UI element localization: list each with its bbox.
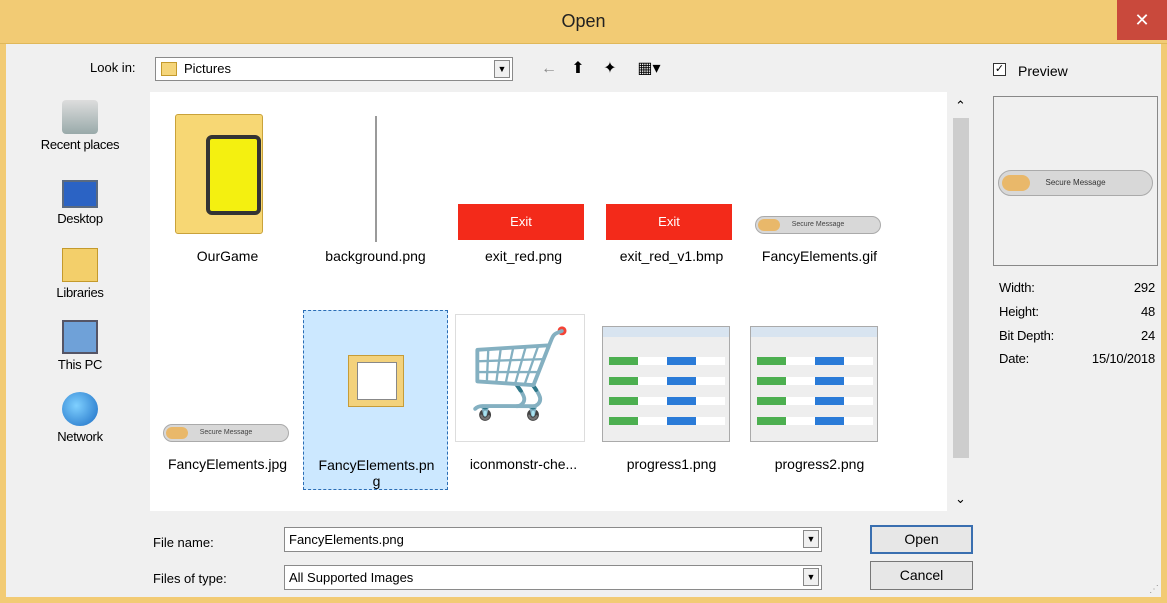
file-type-label: Files of type: xyxy=(153,571,227,586)
file-name: FancyElements.jpg xyxy=(167,456,288,472)
file-thumbnail: Secure Message xyxy=(155,310,300,450)
look-in-dropdown[interactable]: Pictures ▼ xyxy=(155,57,513,81)
file-list-scrollbar[interactable]: ⌃ ⌄ xyxy=(947,92,975,511)
back-icon[interactable]: ← xyxy=(538,58,560,80)
scroll-down-icon[interactable]: ⌄ xyxy=(955,491,966,507)
preview-checkbox[interactable]: ✓ xyxy=(993,63,1006,76)
desktop-icon xyxy=(62,180,98,208)
cancel-button[interactable]: Cancel xyxy=(870,561,973,590)
file-name: OurGame xyxy=(196,248,259,264)
recent-places-icon xyxy=(62,100,98,134)
network-icon xyxy=(62,392,98,426)
preview-image: Secure Message xyxy=(998,170,1153,196)
file-thumbnail: Exit xyxy=(451,102,596,242)
place-network[interactable]: Network xyxy=(20,392,140,444)
file-name: exit_red.png xyxy=(484,248,563,264)
chevron-down-icon[interactable]: ▼ xyxy=(803,530,819,548)
file-name-label: File name: xyxy=(153,535,214,550)
place-label: Recent places xyxy=(40,137,120,152)
file-item-progress2[interactable]: progress2.png xyxy=(747,310,892,490)
file-item-progress1[interactable]: progress1.png xyxy=(599,310,744,490)
place-desktop[interactable]: Desktop xyxy=(20,180,140,226)
place-label: This PC xyxy=(57,357,103,372)
chevron-down-icon[interactable]: ▼ xyxy=(803,568,819,586)
file-thumbnail xyxy=(599,310,744,450)
exit-thumbnail: Exit xyxy=(606,204,732,240)
preview-pane: Secure Message xyxy=(993,96,1158,266)
cart-arrow-icon: 🛒 xyxy=(455,314,585,442)
file-name: progress2.png xyxy=(774,456,865,472)
file-thumbnail xyxy=(155,102,300,242)
chevron-down-icon[interactable]: ▼ xyxy=(494,60,510,78)
place-this-pc[interactable]: This PC xyxy=(20,320,140,372)
file-thumbnail: Exit xyxy=(599,102,744,242)
folder-icon xyxy=(161,62,177,76)
file-name: exit_red_v1.bmp xyxy=(619,248,724,264)
image-file-icon xyxy=(348,355,404,407)
open-button[interactable]: Open xyxy=(870,525,973,554)
title-bar: Open ✕ xyxy=(0,0,1167,44)
progress-thumbnail xyxy=(750,326,878,442)
fancy-thumbnail: Secure Message xyxy=(755,216,881,234)
view-menu-icon[interactable]: ▦▾ xyxy=(632,58,666,80)
file-item-background[interactable]: background.png xyxy=(303,102,448,282)
new-folder-icon[interactable]: ✦ xyxy=(598,58,622,80)
place-recent-places[interactable]: Recent places xyxy=(20,100,140,152)
fancy-thumbnail: Secure Message xyxy=(163,424,289,442)
scroll-up-icon[interactable]: ⌃ xyxy=(955,98,966,114)
close-button[interactable]: ✕ xyxy=(1117,0,1167,40)
preview-label: Preview xyxy=(1018,63,1068,79)
scrollbar-thumb[interactable] xyxy=(953,118,969,458)
file-name: FancyElements.gif xyxy=(761,248,878,264)
file-item-fancy-jpg[interactable]: Secure Message FancyElements.jpg xyxy=(155,310,300,490)
file-type-value: All Supported Images xyxy=(289,570,414,585)
file-item-exit-red[interactable]: Exit exit_red.png xyxy=(451,102,596,282)
file-name: iconmonstr-che... xyxy=(469,456,578,472)
folder-icon xyxy=(175,114,263,234)
exit-thumbnail: Exit xyxy=(458,204,584,240)
file-item-fancy-png[interactable]: FancyElements.pn g xyxy=(303,310,448,490)
window-title: Open xyxy=(561,11,606,31)
file-item-iconmonstr[interactable]: 🛒 iconmonstr-che... xyxy=(451,310,596,490)
resize-grip-icon[interactable]: ⋰ xyxy=(1149,584,1159,595)
this-pc-icon xyxy=(62,320,98,354)
up-folder-icon[interactable]: ⬆ xyxy=(567,58,589,80)
progress-thumbnail xyxy=(602,326,730,442)
file-thumbnail xyxy=(747,310,892,450)
file-type-dropdown[interactable]: All Supported Images ▼ xyxy=(284,565,822,590)
file-name: progress1.png xyxy=(626,456,717,472)
file-name-field[interactable]: FancyElements.png ▼ xyxy=(284,527,822,552)
file-thumbnail: Secure Message xyxy=(747,102,892,242)
libraries-icon xyxy=(62,248,98,282)
file-name: FancyElements.pn g xyxy=(318,457,435,489)
file-thumbnail: 🛒 xyxy=(451,310,596,450)
file-thumbnail xyxy=(304,311,449,451)
file-thumbnail xyxy=(303,102,448,242)
file-name: background.png xyxy=(325,248,426,264)
file-item-exit-red-v1[interactable]: Exit exit_red_v1.bmp xyxy=(599,102,744,282)
file-name-value: FancyElements.png xyxy=(289,532,404,547)
place-label: Libraries xyxy=(56,285,104,300)
file-item-fancy-gif[interactable]: Secure Message FancyElements.gif xyxy=(747,102,892,282)
look-in-label: Look in: xyxy=(90,60,136,75)
file-list: OurGame background.png Exit exit_red.png… xyxy=(150,92,947,511)
place-label: Desktop xyxy=(57,211,103,226)
place-label: Network xyxy=(57,429,103,444)
file-item-ourgame[interactable]: OurGame xyxy=(155,102,300,282)
place-libraries[interactable]: Libraries xyxy=(20,248,140,300)
look-in-value: Pictures xyxy=(184,61,231,76)
